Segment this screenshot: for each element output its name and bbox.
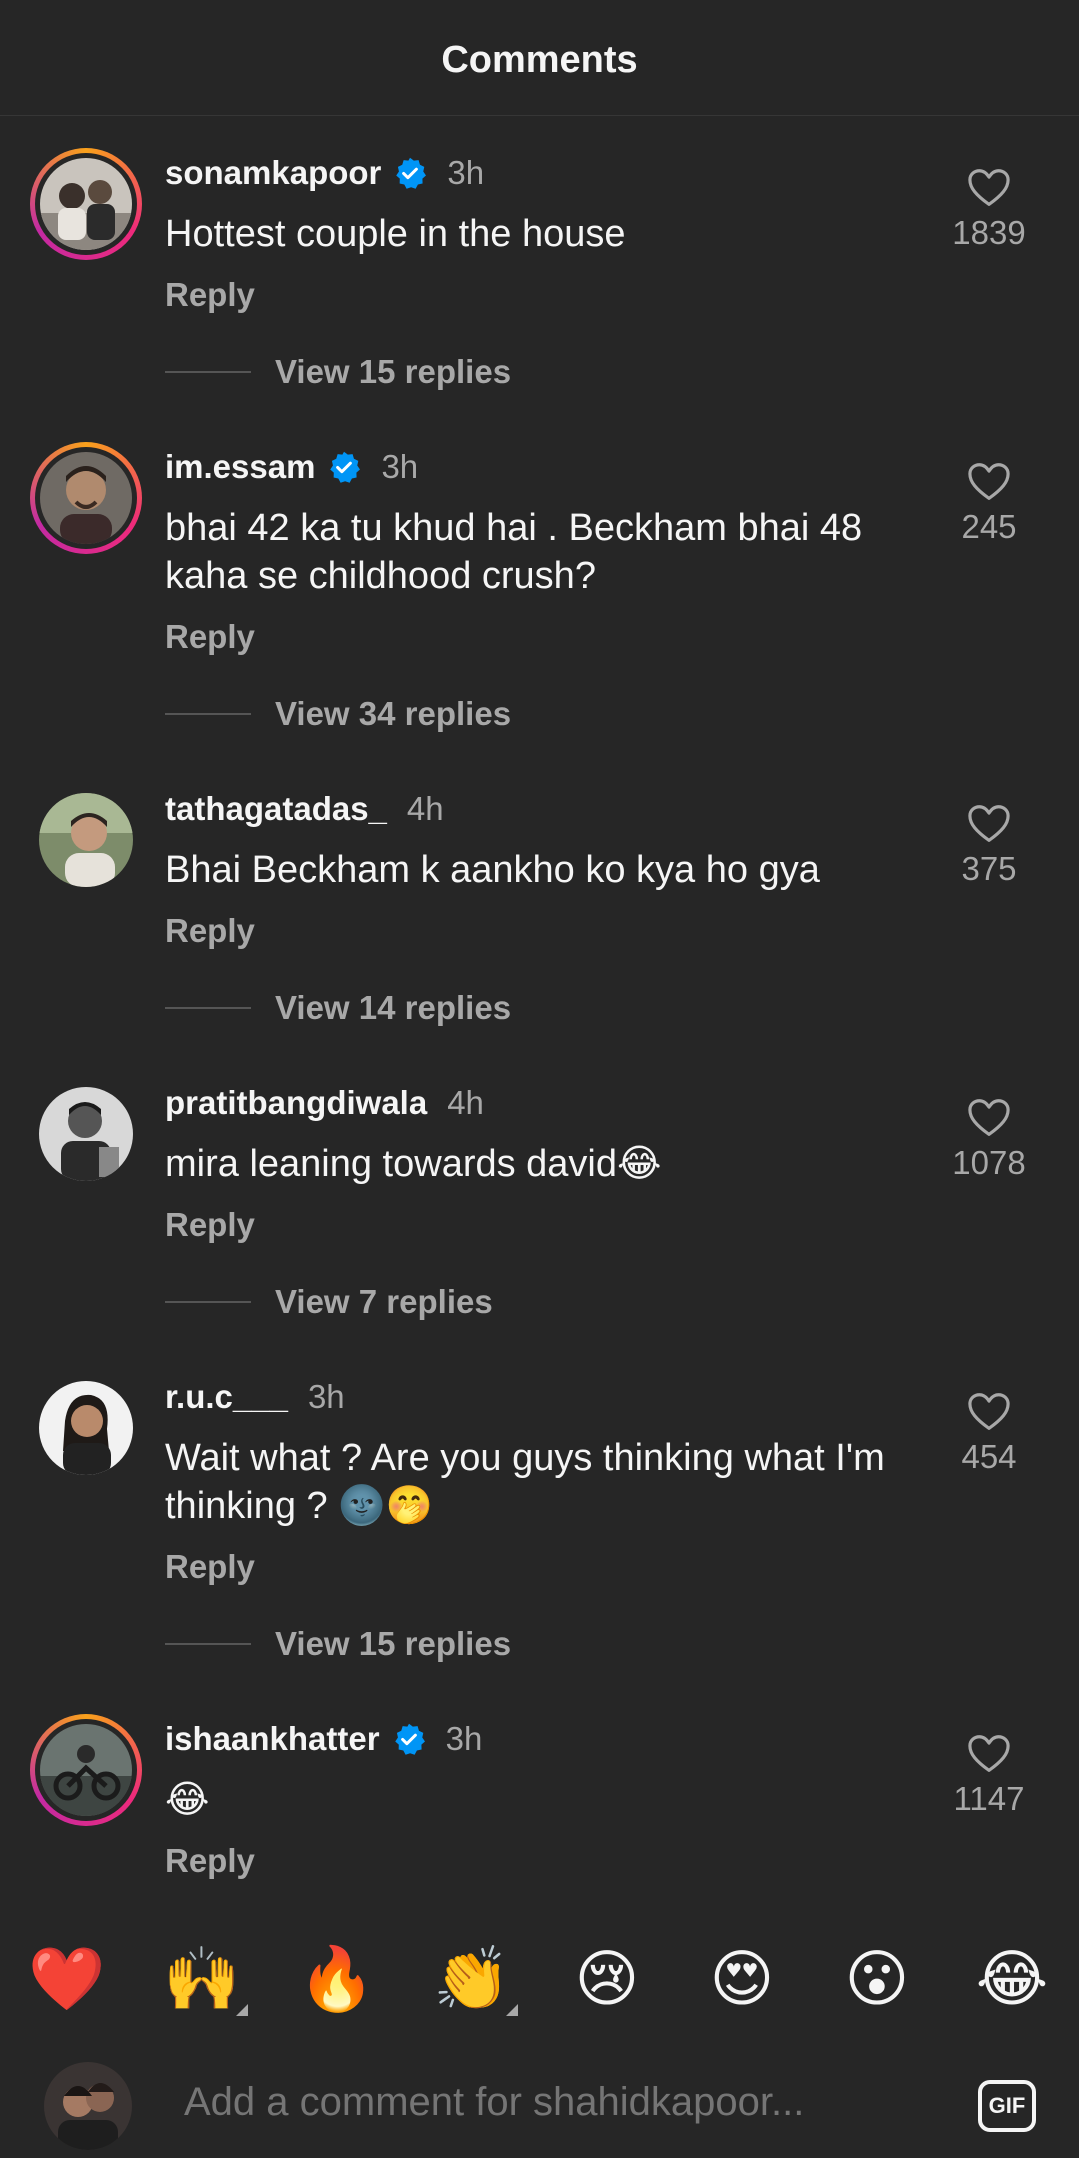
comment-username[interactable]: pratitbangdiwala bbox=[165, 1084, 427, 1122]
divider-line bbox=[165, 1007, 251, 1009]
emoji-crying-button[interactable]: 😢 bbox=[567, 1940, 647, 2020]
emoji-clap: 👏 bbox=[433, 1945, 511, 2014]
like-count: 454 bbox=[961, 1438, 1017, 1475]
heart-icon[interactable] bbox=[967, 1098, 1011, 1138]
view-replies-label: View 15 replies bbox=[275, 353, 512, 390]
like-count: 1078 bbox=[952, 1144, 1026, 1181]
view-replies-label: View 7 replies bbox=[275, 1283, 493, 1320]
view-replies-button[interactable]: View 15 replies bbox=[165, 353, 511, 391]
verified-badge-icon bbox=[394, 1723, 425, 1755]
comment-input[interactable] bbox=[184, 2080, 944, 2125]
reply-button[interactable]: Reply bbox=[165, 618, 255, 656]
like-button[interactable]: 375 bbox=[929, 804, 1049, 888]
verified-badge-icon bbox=[396, 157, 427, 189]
comment-time: 4h bbox=[447, 1084, 484, 1121]
avatar[interactable] bbox=[39, 1087, 133, 1181]
like-button[interactable]: 454 bbox=[929, 1392, 1049, 1476]
view-replies-button[interactable]: View 14 replies bbox=[165, 989, 511, 1027]
comment-text: Hottest couple in the house bbox=[165, 213, 626, 255]
avatar[interactable] bbox=[39, 1381, 133, 1475]
emoji-heart-button[interactable]: ❤️ bbox=[27, 1940, 107, 2020]
expand-corner-icon bbox=[236, 2004, 248, 2016]
comment-username[interactable]: im.essam bbox=[165, 448, 315, 486]
comment-text: 😂 bbox=[165, 1779, 210, 1821]
emoji-laughing-button[interactable]: 😂 bbox=[972, 1940, 1052, 2020]
reply-button[interactable]: Reply bbox=[165, 912, 255, 950]
reply-button[interactable]: Reply bbox=[165, 1548, 255, 1586]
view-replies-button[interactable]: View 15 replies bbox=[165, 1625, 511, 1663]
like-button[interactable]: 1147 bbox=[929, 1734, 1049, 1818]
comment-text: mira leaning towards david😂 bbox=[165, 1143, 662, 1185]
expand-corner-icon bbox=[506, 2004, 518, 2016]
like-count: 1839 bbox=[952, 214, 1026, 251]
comment-username[interactable]: ishaankhatter bbox=[165, 1720, 380, 1758]
comment-text: bhai 42 ka tu khud hai . Beckham bhai 48… bbox=[165, 507, 863, 597]
divider-line bbox=[165, 1643, 251, 1645]
view-replies-label: View 14 replies bbox=[275, 989, 512, 1026]
comment-username[interactable]: tathagatadas_ bbox=[165, 790, 387, 828]
view-replies-label: View 34 replies bbox=[275, 695, 512, 732]
divider-line bbox=[165, 713, 251, 715]
comment-time: 4h bbox=[406, 790, 444, 827]
heart-icon[interactable] bbox=[967, 1392, 1011, 1432]
verified-badge-icon bbox=[330, 451, 361, 483]
emoji-raised-hands: 🙌 bbox=[163, 1945, 241, 2014]
emoji-raised-hands-button[interactable]: 🙌 bbox=[162, 1940, 248, 2020]
comment-time: 3h bbox=[307, 1378, 345, 1415]
reply-button[interactable]: Reply bbox=[165, 1842, 255, 1880]
heart-icon[interactable] bbox=[967, 1734, 1011, 1774]
view-replies-button[interactable]: View 34 replies bbox=[165, 695, 511, 733]
avatar[interactable] bbox=[30, 442, 142, 554]
like-button[interactable]: 245 bbox=[929, 462, 1049, 546]
gif-button[interactable]: GIF bbox=[978, 2080, 1036, 2132]
avatar[interactable] bbox=[30, 148, 142, 260]
comment-text: Bhai Beckham k aankho ko kya ho gya bbox=[165, 849, 820, 891]
reply-button[interactable]: Reply bbox=[165, 1206, 255, 1244]
comment-text: Wait what ? Are you guys thinking what I… bbox=[165, 1437, 885, 1527]
reply-button[interactable]: Reply bbox=[165, 276, 255, 314]
heart-icon[interactable] bbox=[967, 804, 1011, 844]
like-button[interactable]: 1839 bbox=[929, 168, 1049, 252]
divider-line bbox=[165, 1301, 251, 1303]
comment-time: 3h bbox=[447, 154, 485, 191]
avatar[interactable] bbox=[44, 2062, 132, 2150]
emoji-quick-bar: ❤️ 🙌 🔥 👏 😢 😍 😮 😂 bbox=[0, 1940, 1079, 2020]
comment-username[interactable]: sonamkapoor bbox=[165, 154, 381, 192]
emoji-heart-eyes-button[interactable]: 😍 bbox=[702, 1940, 782, 2020]
emoji-surprised-button[interactable]: 😮 bbox=[837, 1940, 917, 2020]
emoji-clap-button[interactable]: 👏 bbox=[432, 1940, 518, 2020]
like-count: 245 bbox=[961, 508, 1017, 545]
avatar[interactable] bbox=[30, 1714, 142, 1826]
like-count: 1147 bbox=[953, 1780, 1025, 1817]
heart-icon[interactable] bbox=[967, 462, 1011, 502]
comment-composer: GIF bbox=[0, 2058, 1079, 2158]
view-replies-button[interactable]: View 7 replies bbox=[165, 1283, 493, 1321]
like-count: 375 bbox=[961, 850, 1017, 887]
avatar[interactable] bbox=[39, 793, 133, 887]
comment-time: 3h bbox=[381, 448, 419, 485]
comment-time: 3h bbox=[445, 1720, 483, 1757]
emoji-fire-button[interactable]: 🔥 bbox=[297, 1940, 377, 2020]
view-replies-label: View 15 replies bbox=[275, 1625, 512, 1662]
divider-line bbox=[165, 371, 251, 373]
heart-icon[interactable] bbox=[967, 168, 1011, 208]
comments-header: Comments bbox=[0, 0, 1079, 116]
comment-username[interactable]: r.u.c___ bbox=[165, 1378, 288, 1416]
like-button[interactable]: 1078 bbox=[929, 1098, 1049, 1182]
page-title: Comments bbox=[441, 39, 638, 81]
